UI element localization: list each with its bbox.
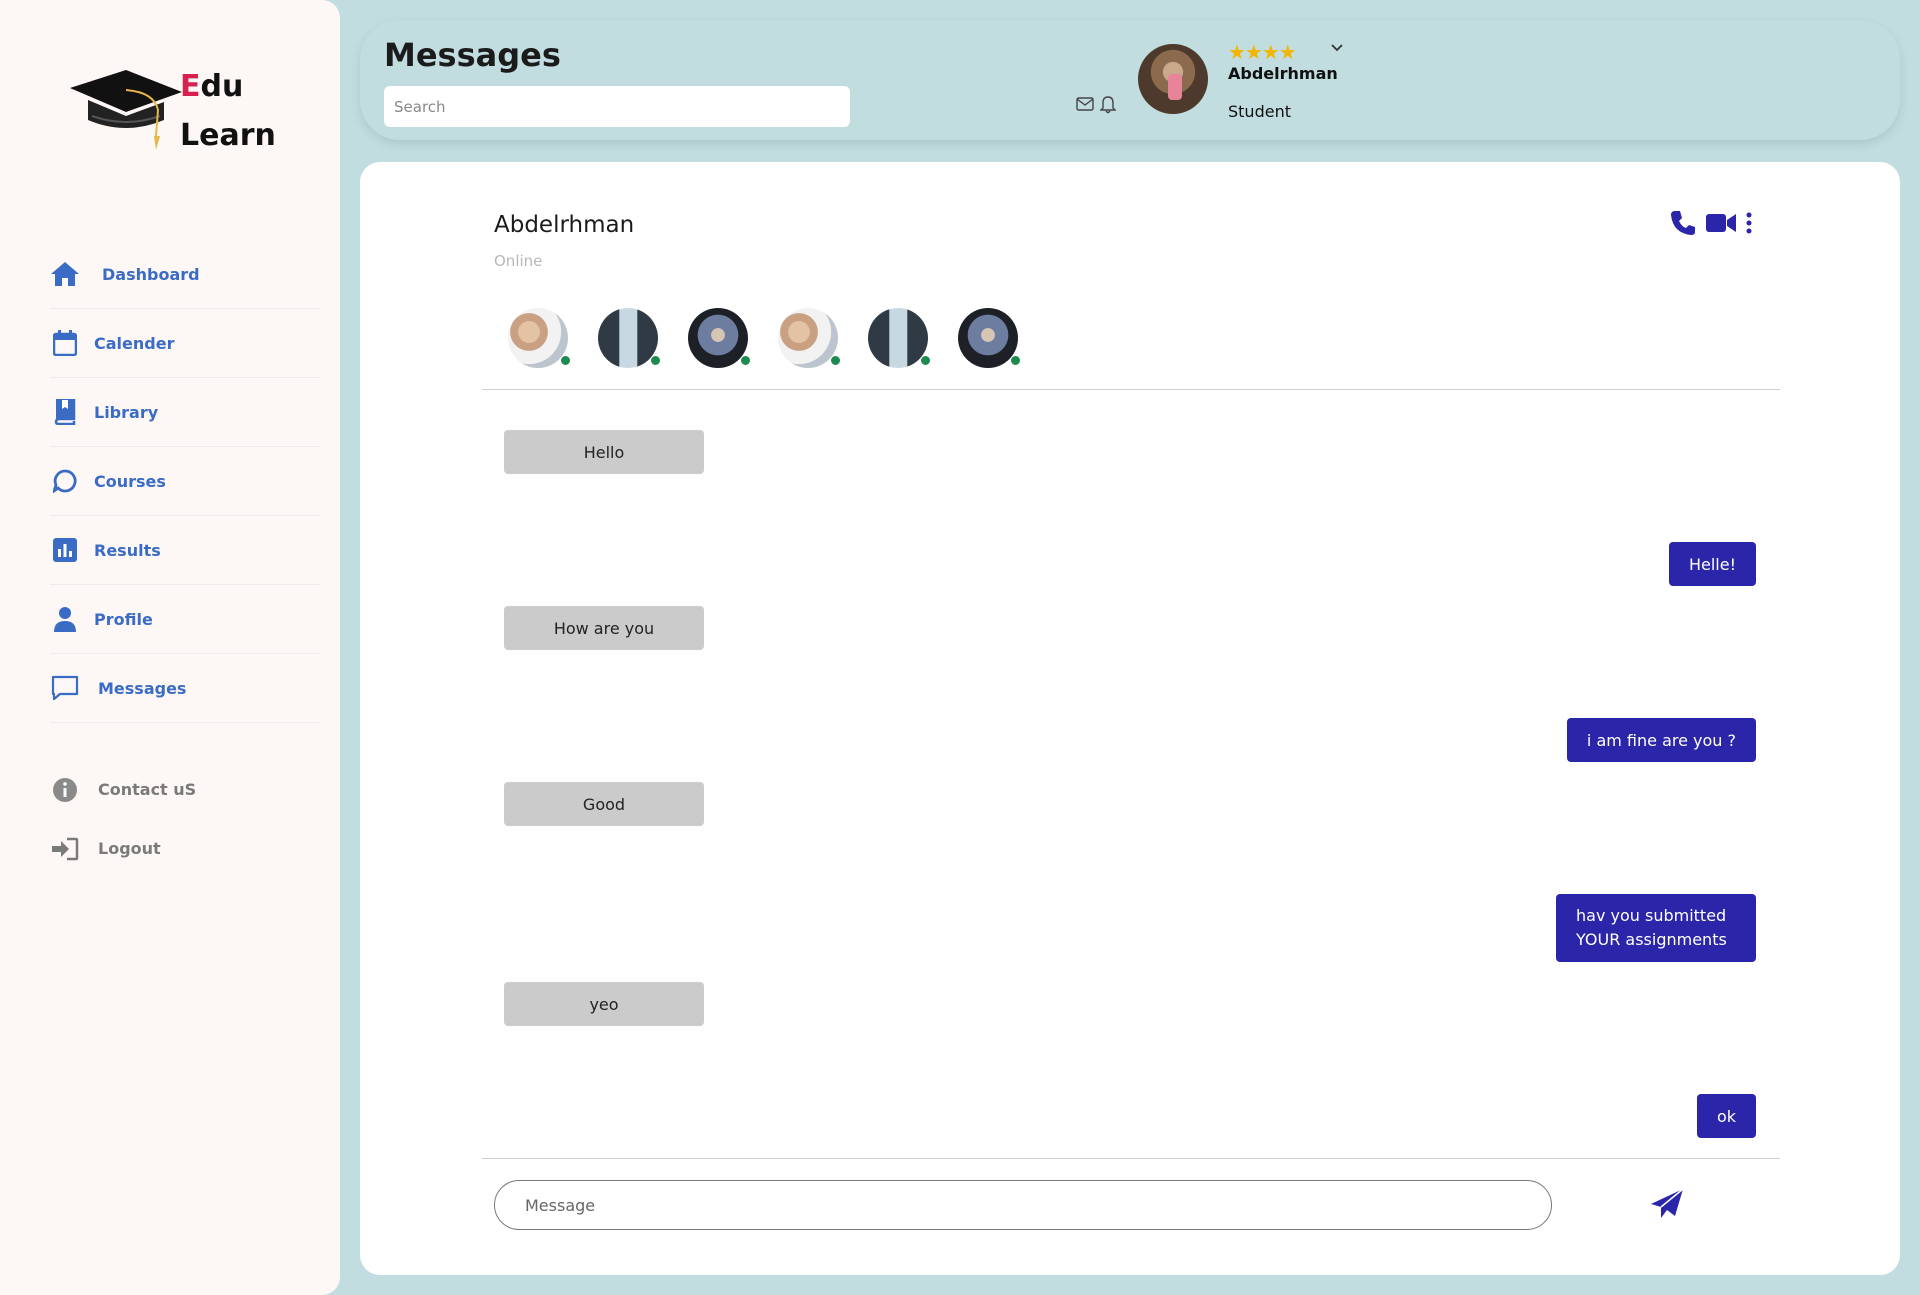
logo[interactable]: Edu Learn [70,60,300,160]
message-outgoing: ok [1696,1094,1756,1138]
message-incoming: How are you [504,606,704,650]
user-name: Abdelrhman [1228,64,1338,83]
calendar-icon [50,328,80,358]
message-text: hav you submitted YOUR assignments [1576,904,1727,952]
chat-panel: Abdelrhman Online Hello Helle! How are y… [360,162,1900,1275]
video-camera-icon[interactable] [1706,212,1736,238]
divider [482,1158,1780,1159]
sidebar-item-label: Library [94,402,159,422]
chat-contact-name: Abdelrhman [494,212,635,238]
mail-icon[interactable] [1076,96,1094,118]
search-input[interactable] [384,86,850,127]
online-indicator [740,355,751,366]
sidebar-item-label: Results [94,540,161,560]
message-line: hav you submitted [1576,906,1727,925]
logout-icon [50,834,80,864]
online-indicator [830,355,841,366]
contact-avatar[interactable] [868,308,931,368]
sidebar-item-label: Contact uS [98,780,197,799]
sidebar-item-messages[interactable]: Messages [50,654,320,723]
message-square-icon [50,673,80,703]
header-icons [1076,96,1117,118]
sidebar-item-label: Courses [94,471,166,491]
top-header: Messages ★★★★ Abdelrhman Student [360,20,1900,140]
chat-circle-icon [50,466,80,496]
sidebar-item-dashboard[interactable]: Dashboard [50,240,320,309]
user-avatar[interactable] [1138,44,1208,114]
online-indicator [650,355,661,366]
message-outgoing: hav you submitted YOUR assignments [1556,894,1756,962]
message-incoming: yeo [504,982,704,1026]
main-nav: Dashboard Calender Library Courses Resul… [50,240,320,723]
message-outgoing: Helle! [1668,542,1756,586]
contact-avatar[interactable] [958,308,1021,368]
sidebar-item-profile[interactable]: Profile [50,585,320,654]
sidebar-item-label: Logout [98,839,161,858]
logo-line1: du [200,69,244,104]
message-line: YOUR assignments [1576,930,1727,949]
book-icon [50,397,80,427]
chat-contact-status: Online [494,252,543,270]
logo-letter-e: E [180,69,201,104]
sidebar-item-library[interactable]: Library [50,378,320,447]
online-indicator [920,355,931,366]
sidebar-item-results[interactable]: Results [50,516,320,585]
chat-actions [1670,210,1752,240]
phone-icon[interactable] [1670,210,1696,240]
contact-avatar[interactable] [598,308,661,368]
message-outgoing: i am fine are you ? [1566,718,1756,762]
sidebar-item-label: Dashboard [102,264,200,284]
logo-line2: Learn [180,118,276,153]
sidebar-item-label: Calender [94,333,175,353]
info-icon [50,775,80,805]
sidebar-item-logout[interactable]: Logout [50,819,320,878]
message-incoming: Hello [504,430,704,474]
contact-avatar[interactable] [778,308,841,368]
sidebar-item-label: Messages [98,678,187,698]
sidebar: Edu Learn Dashboard Calender Library Cou… [0,0,340,1295]
logo-text: Edu Learn [180,62,276,160]
graduation-cap-icon [70,70,182,150]
sidebar-item-label: Profile [94,609,153,629]
user-icon [50,604,80,634]
send-icon[interactable] [1650,1188,1684,1224]
sidebar-item-calender[interactable]: Calender [50,309,320,378]
online-contacts [508,308,1021,368]
more-vertical-icon[interactable] [1746,212,1752,238]
online-indicator [560,355,571,366]
message-input[interactable] [494,1180,1552,1230]
divider [482,389,1780,390]
contact-avatar[interactable] [688,308,751,368]
contact-avatar[interactable] [508,308,571,368]
page-title: Messages [384,36,561,74]
secondary-nav: Contact uS Logout [50,760,320,878]
online-indicator [1010,355,1021,366]
message-incoming: Good [504,782,704,826]
bar-chart-icon [50,535,80,565]
sidebar-item-courses[interactable]: Courses [50,447,320,516]
user-role: Student [1228,102,1291,121]
sidebar-item-contact-us[interactable]: Contact uS [50,760,320,819]
home-icon [50,259,80,289]
rating-stars: ★★★★ [1228,40,1297,64]
bell-icon[interactable] [1099,96,1117,118]
chevron-down-icon[interactable] [1330,38,1344,57]
